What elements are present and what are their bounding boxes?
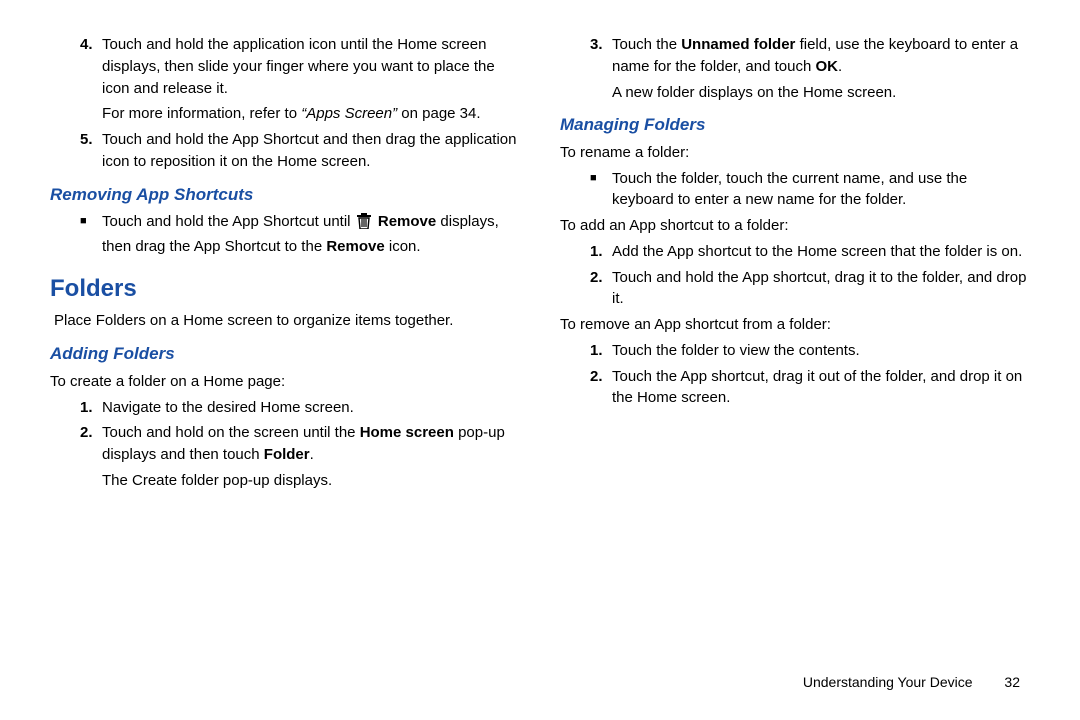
footer-page-number: 32 — [1004, 672, 1020, 692]
adding-intro: To create a folder on a Home page: — [50, 371, 520, 393]
adding-step-1: 1. Navigate to the desired Home screen. — [80, 397, 520, 419]
bullet-square-icon: ■ — [590, 168, 612, 212]
step-body: Touch the App shortcut, drag it out of t… — [612, 366, 1030, 410]
footer-section: Understanding Your Device — [803, 674, 973, 690]
adding-step-2: 2. Touch and hold on the screen until th… — [80, 422, 520, 491]
step-number: 5. — [80, 129, 102, 173]
heading-removing-app-shortcuts: Removing App Shortcuts — [50, 183, 520, 208]
add-step-1: 1. Add the App shortcut to the Home scre… — [590, 241, 1030, 263]
heading-folders: Folders — [50, 272, 520, 307]
step-body: Touch the folder to view the contents. — [612, 340, 1030, 362]
rename-intro: To rename a folder: — [560, 142, 1030, 164]
unnamed-folder-label: Unnamed folder — [681, 36, 795, 53]
home-screen-label: Home screen — [360, 424, 454, 441]
add-step-2: 2. Touch and hold the App shortcut, drag… — [590, 267, 1030, 311]
step-number: 2. — [80, 422, 102, 491]
folders-intro: Place Folders on a Home screen to organi… — [54, 310, 520, 332]
remove-label-2: Remove — [326, 238, 384, 255]
ok-label: OK — [815, 58, 838, 75]
ref-title: “Apps Screen” — [301, 105, 397, 122]
text: Touch and hold on the screen until the — [102, 424, 360, 441]
step-number: 1. — [80, 397, 102, 419]
step-body: Navigate to the desired Home screen. — [102, 397, 520, 419]
remove-step-1: 1. Touch the folder to view the contents… — [590, 340, 1030, 362]
add-intro: To add an App shortcut to a folder: — [560, 215, 1030, 237]
step-number: 2. — [590, 366, 612, 410]
heading-managing-folders: Managing Folders — [560, 113, 1030, 138]
heading-adding-folders: Adding Folders — [50, 342, 520, 367]
step-4: 4. Touch and hold the application icon u… — [80, 34, 520, 99]
text: icon. — [385, 238, 421, 255]
step-number: 1. — [590, 241, 612, 263]
left-column: 4. Touch and hold the application icon u… — [50, 30, 520, 496]
text: Touch the — [612, 36, 681, 53]
cross-reference: For more information, refer to “Apps Scr… — [102, 103, 520, 125]
text: . — [838, 58, 842, 75]
bullet-rename: ■ Touch the folder, touch the current na… — [590, 168, 1030, 212]
folder-label: Folder — [264, 446, 310, 463]
step-3: 3. Touch the Unnamed folder field, use t… — [590, 34, 1030, 103]
step-number: 1. — [590, 340, 612, 362]
step-body: Add the App shortcut to the Home screen … — [612, 241, 1030, 263]
remove-intro: To remove an App shortcut from a folder: — [560, 314, 1030, 336]
bullet-square-icon: ■ — [80, 211, 102, 258]
remove-label: Remove — [378, 213, 436, 230]
step-number: 3. — [590, 34, 612, 103]
remove-step-2: 2. Touch the App shortcut, drag it out o… — [590, 366, 1030, 410]
right-column: 3. Touch the Unnamed folder field, use t… — [560, 30, 1030, 496]
ref-suffix: on page 34. — [397, 105, 480, 122]
step-number: 2. — [590, 267, 612, 311]
step-body: Touch and hold the App Shortcut and then… — [102, 129, 520, 173]
bullet-removing: ■ Touch and hold the App Shortcut until … — [80, 211, 520, 258]
bullet-body: Touch and hold the App Shortcut until Re… — [102, 211, 520, 258]
bullet-body: Touch the folder, touch the current name… — [612, 168, 1030, 212]
trash-icon — [357, 213, 371, 236]
step-body: Touch and hold the App shortcut, drag it… — [612, 267, 1030, 311]
step-5: 5. Touch and hold the App Shortcut and t… — [80, 129, 520, 173]
text: . — [310, 446, 314, 463]
page-footer: Understanding Your Device 32 — [803, 672, 1020, 692]
step-body: Touch the Unnamed folder field, use the … — [612, 34, 1030, 103]
text: Touch and hold the App Shortcut until — [102, 213, 355, 230]
step-tail: The Create folder pop-up displays. — [102, 470, 520, 492]
step-tail: A new folder displays on the Home screen… — [612, 82, 1030, 104]
step-body: Touch and hold on the screen until the H… — [102, 422, 520, 491]
ref-prefix: For more information, refer to — [102, 105, 301, 122]
step-number: 4. — [80, 34, 102, 99]
step-body: Touch and hold the application icon unti… — [102, 34, 520, 99]
